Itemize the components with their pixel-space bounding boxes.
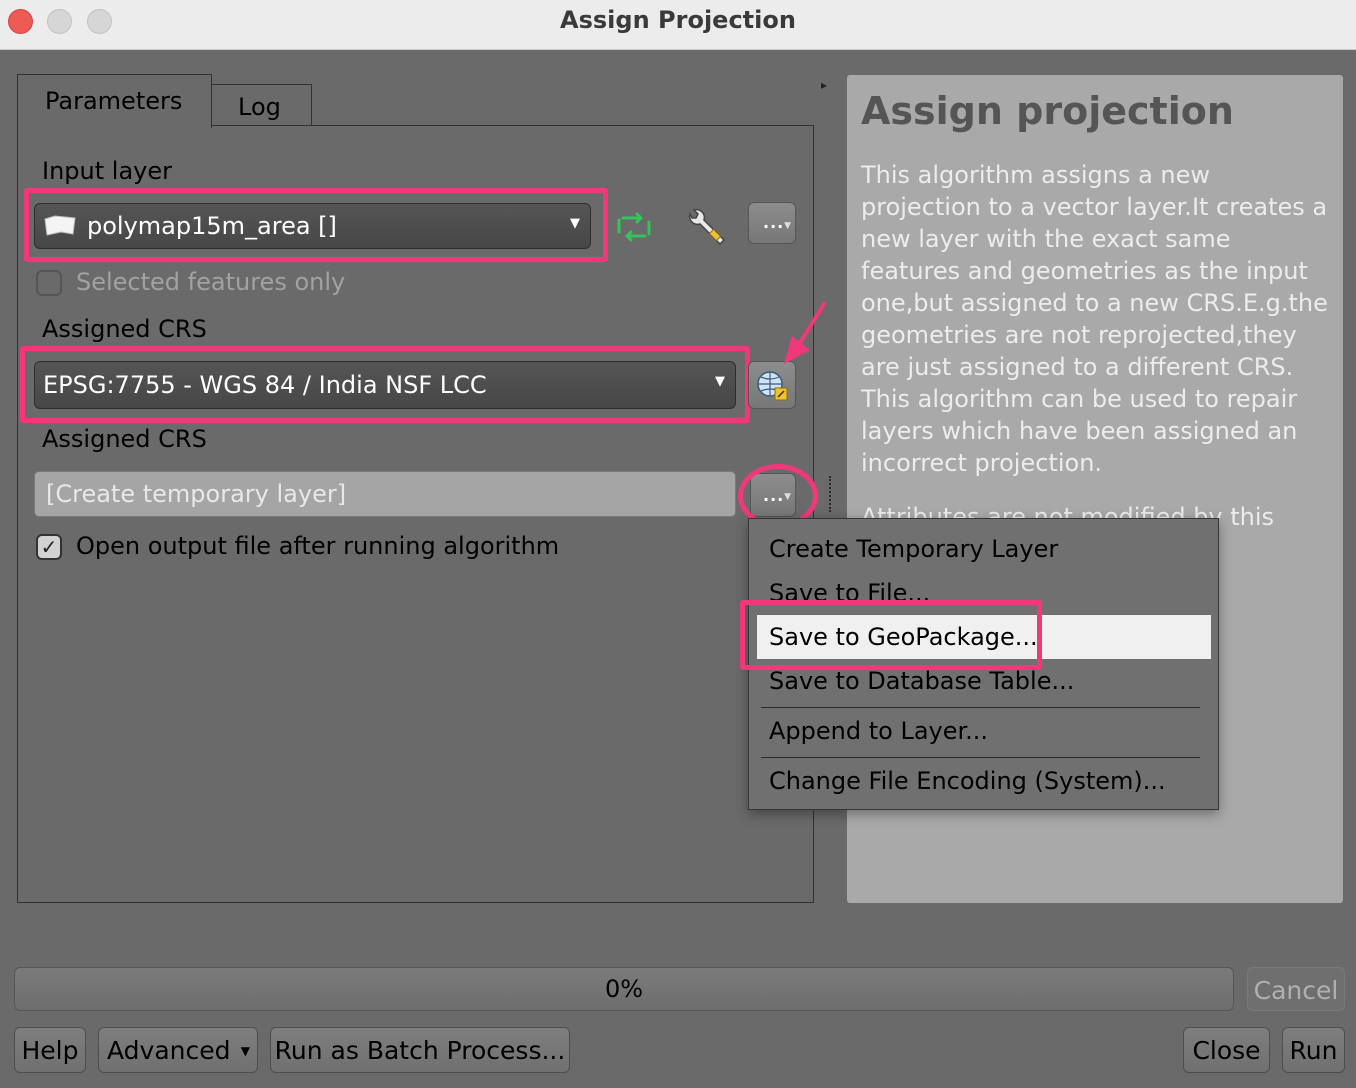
input-layer-label: Input layer — [42, 157, 172, 185]
output-label: Assigned CRS — [42, 425, 207, 453]
annotation-arrow-icon — [784, 302, 826, 364]
crs-globe-icon — [757, 371, 788, 401]
tab-log[interactable]: Log — [210, 84, 312, 126]
title-bar: Assign Projection — [0, 0, 1356, 50]
tab-parameters[interactable]: Parameters — [17, 74, 212, 128]
selected-features-label: Selected features only — [76, 268, 346, 296]
assigned-crs-label: Assigned CRS — [42, 315, 207, 343]
menu-item-create-temporary-layer[interactable]: Create Temporary Layer — [769, 535, 1058, 563]
menu-item-change-file-encoding[interactable]: Change File Encoding (System)... — [769, 767, 1166, 795]
chevron-down-icon: ▼ — [784, 221, 791, 231]
output-path-input[interactable]: [Create temporary layer] — [34, 471, 736, 517]
iterate-icon[interactable] — [615, 210, 653, 244]
run-batch-process-button[interactable]: Run as Batch Process... — [270, 1027, 570, 1073]
highlight-save-to-geopackage — [740, 600, 1042, 670]
help-button[interactable]: Help — [14, 1027, 86, 1073]
menu-item-save-to-database-table[interactable]: Save to Database Table... — [769, 667, 1074, 695]
run-button[interactable]: Run — [1282, 1027, 1345, 1073]
window-title: Assign Projection — [560, 6, 796, 34]
progress-bar: 0% — [14, 967, 1234, 1011]
close-button[interactable]: Close — [1183, 1027, 1270, 1073]
highlight-assigned-crs — [20, 346, 750, 423]
wrench-icon[interactable] — [684, 206, 728, 248]
chevron-down-icon: ▼ — [240, 1044, 250, 1058]
selected-features-checkbox[interactable] — [36, 270, 62, 296]
menu-separator — [761, 757, 1200, 758]
panel-splitter-handle[interactable] — [829, 476, 833, 512]
open-output-checkbox[interactable]: ✓ — [36, 534, 62, 560]
highlight-input-layer — [24, 188, 608, 262]
help-title: Assign projection — [861, 89, 1234, 133]
collapse-help-arrow-icon[interactable]: ▸ — [821, 78, 827, 92]
menu-item-append-to-layer[interactable]: Append to Layer... — [769, 717, 988, 745]
help-description: This algorithm assigns a new projection … — [861, 161, 1328, 477]
input-layer-options-button[interactable]: ... ▼ — [748, 202, 796, 244]
advanced-button[interactable]: Advanced ▼ — [98, 1027, 258, 1073]
cancel-button[interactable]: Cancel — [1247, 967, 1345, 1011]
menu-separator — [761, 707, 1200, 708]
open-output-label: Open output file after running algorithm — [76, 532, 560, 560]
